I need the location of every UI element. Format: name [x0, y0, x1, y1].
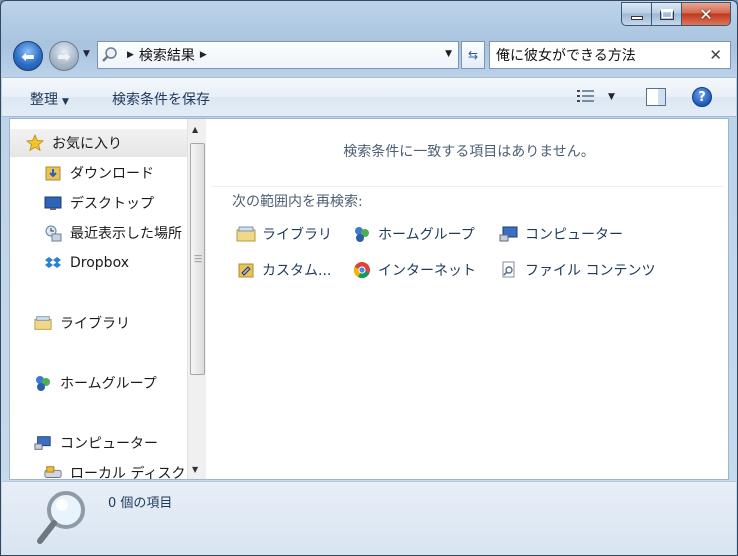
nav-favorites[interactable]: お気に入り — [10, 129, 188, 157]
forward-button[interactable]: ➡ — [49, 41, 79, 71]
breadcrumb-separator-icon[interactable]: ▶ — [127, 50, 134, 60]
search-again-internet-label: インターネット — [378, 263, 476, 279]
desktop-icon — [44, 194, 62, 212]
explorer-window: ✕ ⬅ ➡ ▼ ▶ 検索結果 ▶ ▼ ⇆ ✕ 整理 ▼ 検索条件を保存 — [0, 0, 738, 556]
organize-label: 整理 — [30, 92, 58, 108]
arrow-right-icon: ➡ — [57, 46, 71, 66]
close-icon: ✕ — [699, 4, 713, 24]
item-count: 0 個の項目 — [108, 496, 173, 511]
nav-item-dropbox[interactable]: Dropbox — [10, 249, 129, 277]
star-icon — [26, 134, 44, 152]
search-again-internet[interactable]: インターネット — [352, 258, 476, 282]
nav-item-downloads-label: ダウンロード — [70, 166, 154, 182]
nav-item-recent-places-label: 最近表示した場所 — [70, 226, 182, 242]
maximize-button[interactable] — [651, 2, 681, 26]
nav-computer-label: コンピューター — [60, 436, 158, 452]
clear-search-icon[interactable]: ✕ — [709, 46, 722, 64]
nav-homegroup-label: ホームグループ — [60, 376, 157, 392]
save-search-button[interactable]: 検索条件を保存 — [112, 89, 210, 109]
nav-favorites-label: お気に入り — [52, 136, 122, 152]
nav-local-disk-label: ローカル ディスク — [70, 466, 186, 479]
search-again-homegroup[interactable]: ホームグループ — [352, 222, 475, 246]
navigation-pane: お気に入り ダウンロード デスクトップ 最近表示した場所 Dropbox ライブ… — [10, 119, 206, 479]
divider — [212, 186, 724, 187]
search-again-file-contents-label: ファイル コンテンツ — [525, 263, 656, 279]
scroll-down-icon[interactable]: ▼ — [192, 465, 198, 474]
computer-icon — [34, 434, 52, 452]
details-pane: 0 個の項目 — [2, 481, 736, 555]
change-view-button[interactable]: ▼ — [576, 88, 615, 106]
scroll-up-icon[interactable]: ▲ — [192, 125, 198, 134]
library-icon — [236, 225, 256, 243]
chevron-down-icon: ▼ — [62, 97, 69, 107]
search-folder-icon — [98, 46, 122, 64]
nav-item-dropbox-label: Dropbox — [70, 255, 129, 271]
close-button[interactable]: ✕ — [681, 2, 731, 26]
magnifier-icon — [37, 491, 85, 544]
recent-places-icon — [44, 224, 62, 242]
nav-item-desktop[interactable]: デスクトップ — [10, 189, 154, 217]
chevron-down-icon: ▼ — [608, 92, 615, 102]
arrow-left-icon: ⬅ — [21, 46, 35, 66]
chrome-icon — [352, 261, 372, 279]
search-again-homegroup-label: ホームグループ — [378, 227, 475, 243]
results-pane: 検索条件に一致する項目はありません。 次の範囲内を再検索: ライブラリ ホームグ… — [210, 119, 728, 479]
refresh-button[interactable]: ⇆ — [461, 41, 485, 69]
help-button[interactable]: ? — [692, 87, 712, 107]
details-view-icon — [577, 90, 594, 102]
help-icon: ? — [698, 89, 706, 105]
search-input[interactable] — [496, 47, 696, 63]
minimize-button[interactable] — [621, 2, 651, 26]
preview-pane-button[interactable] — [646, 88, 666, 106]
no-results-message: 検索条件に一致する項目はありません。 — [343, 144, 595, 160]
search-again-libraries[interactable]: ライブラリ — [236, 222, 332, 246]
local-disk-icon — [44, 464, 62, 479]
search-again-custom[interactable]: カスタム... — [236, 258, 331, 282]
refresh-icon: ⇆ — [467, 48, 479, 62]
search-again-label: 次の範囲内を再検索: — [232, 194, 363, 210]
file-search-icon — [499, 261, 519, 279]
search-again-libraries-label: ライブラリ — [262, 227, 332, 243]
breadcrumb-search-results[interactable]: 検索結果 — [139, 45, 195, 65]
grip-icon: — — — — [194, 251, 202, 266]
recent-pages-dropdown[interactable]: ▼ — [83, 49, 90, 59]
library-icon — [34, 314, 52, 332]
address-bar[interactable]: ▶ 検索結果 ▶ ▼ — [97, 41, 459, 69]
nav-pane-scrollbar[interactable]: ▲ — — — ▼ — [187, 119, 206, 479]
nav-libraries-label: ライブラリ — [60, 316, 130, 332]
nav-homegroup[interactable]: ホームグループ — [10, 369, 157, 397]
nav-computer[interactable]: コンピューター — [10, 429, 158, 457]
content-area: お気に入り ダウンロード デスクトップ 最近表示した場所 Dropbox ライブ… — [9, 118, 729, 480]
scrollbar-thumb[interactable]: — — — — [190, 143, 205, 375]
dropbox-icon — [44, 254, 62, 272]
custom-folder-icon — [236, 261, 256, 279]
navigation-bar: ⬅ ➡ ▼ ▶ 検索結果 ▶ ▼ ⇆ ✕ — [9, 37, 731, 73]
nav-item-downloads[interactable]: ダウンロード — [10, 159, 154, 187]
minimize-icon — [630, 16, 643, 20]
address-dropdown-icon[interactable]: ▼ — [445, 49, 452, 59]
nav-item-desktop-label: デスクトップ — [70, 196, 154, 212]
downloads-folder-icon — [44, 164, 62, 182]
caption-buttons: ✕ — [621, 2, 731, 26]
nav-libraries[interactable]: ライブラリ — [10, 309, 130, 337]
search-box[interactable]: ✕ — [489, 41, 731, 69]
search-again-computer[interactable]: コンピューター — [499, 222, 623, 246]
search-again-file-contents[interactable]: ファイル コンテンツ — [499, 258, 655, 282]
search-again-custom-label: カスタム... — [262, 263, 332, 279]
nav-item-recent-places[interactable]: 最近表示した場所 — [10, 219, 182, 247]
command-bar: 整理 ▼ 検索条件を保存 ▼ ? — [2, 77, 736, 117]
maximize-icon — [659, 8, 674, 20]
organize-button[interactable]: 整理 ▼ — [30, 89, 69, 109]
nav-local-disk[interactable]: ローカル ディスク — [10, 459, 185, 479]
homegroup-icon — [34, 374, 52, 392]
breadcrumb-separator-icon[interactable]: ▶ — [200, 50, 207, 60]
search-again-computer-label: コンピューター — [525, 227, 623, 243]
computer-icon — [499, 225, 519, 243]
homegroup-icon — [352, 225, 372, 243]
back-button[interactable]: ⬅ — [13, 41, 43, 71]
